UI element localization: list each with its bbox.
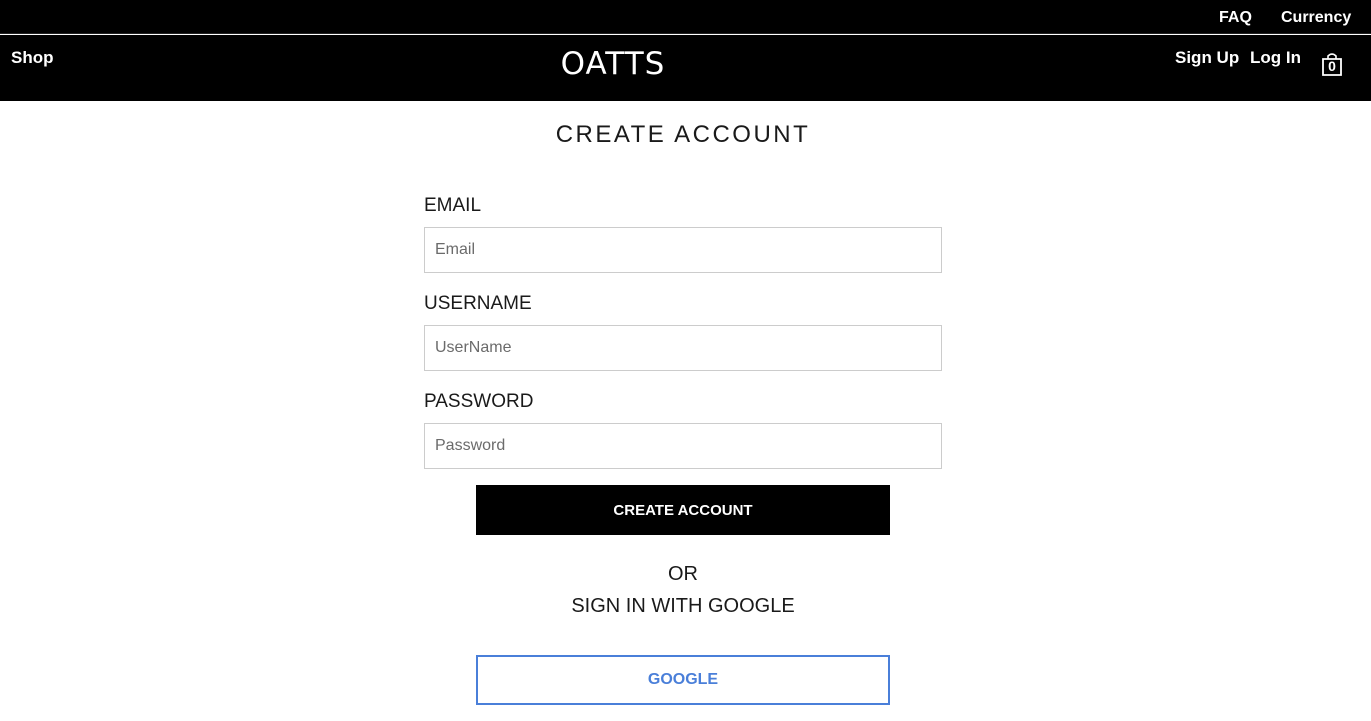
- page-title: CREATE ACCOUNT: [555, 121, 811, 148]
- password-label: PASSWORD: [424, 391, 534, 412]
- cart-button[interactable]: 0: [1321, 52, 1343, 76]
- google-signin-text: SIGN IN WITH GOOGLE: [571, 595, 795, 617]
- main-header: Shop OATTS Sign Up Log In 0: [0, 35, 1371, 101]
- login-link[interactable]: Log In: [1250, 48, 1301, 68]
- email-field[interactable]: [424, 227, 942, 273]
- signup-link[interactable]: Sign Up: [1175, 48, 1239, 68]
- username-field[interactable]: [424, 325, 942, 371]
- create-account-button[interactable]: CREATE ACCOUNT: [476, 485, 890, 535]
- utility-bar: FAQ Currency: [0, 0, 1371, 34]
- email-label: EMAIL: [424, 195, 482, 216]
- or-divider-text: OR: [668, 563, 698, 585]
- password-field[interactable]: [424, 423, 942, 469]
- cart-count: 0: [1328, 58, 1336, 74]
- faq-link[interactable]: FAQ: [1219, 9, 1252, 27]
- google-signin-button[interactable]: GOOGLE: [476, 655, 890, 705]
- brand-logo[interactable]: OATTS: [0, 46, 1226, 82]
- currency-link[interactable]: Currency: [1281, 9, 1351, 27]
- username-label: USERNAME: [424, 293, 532, 314]
